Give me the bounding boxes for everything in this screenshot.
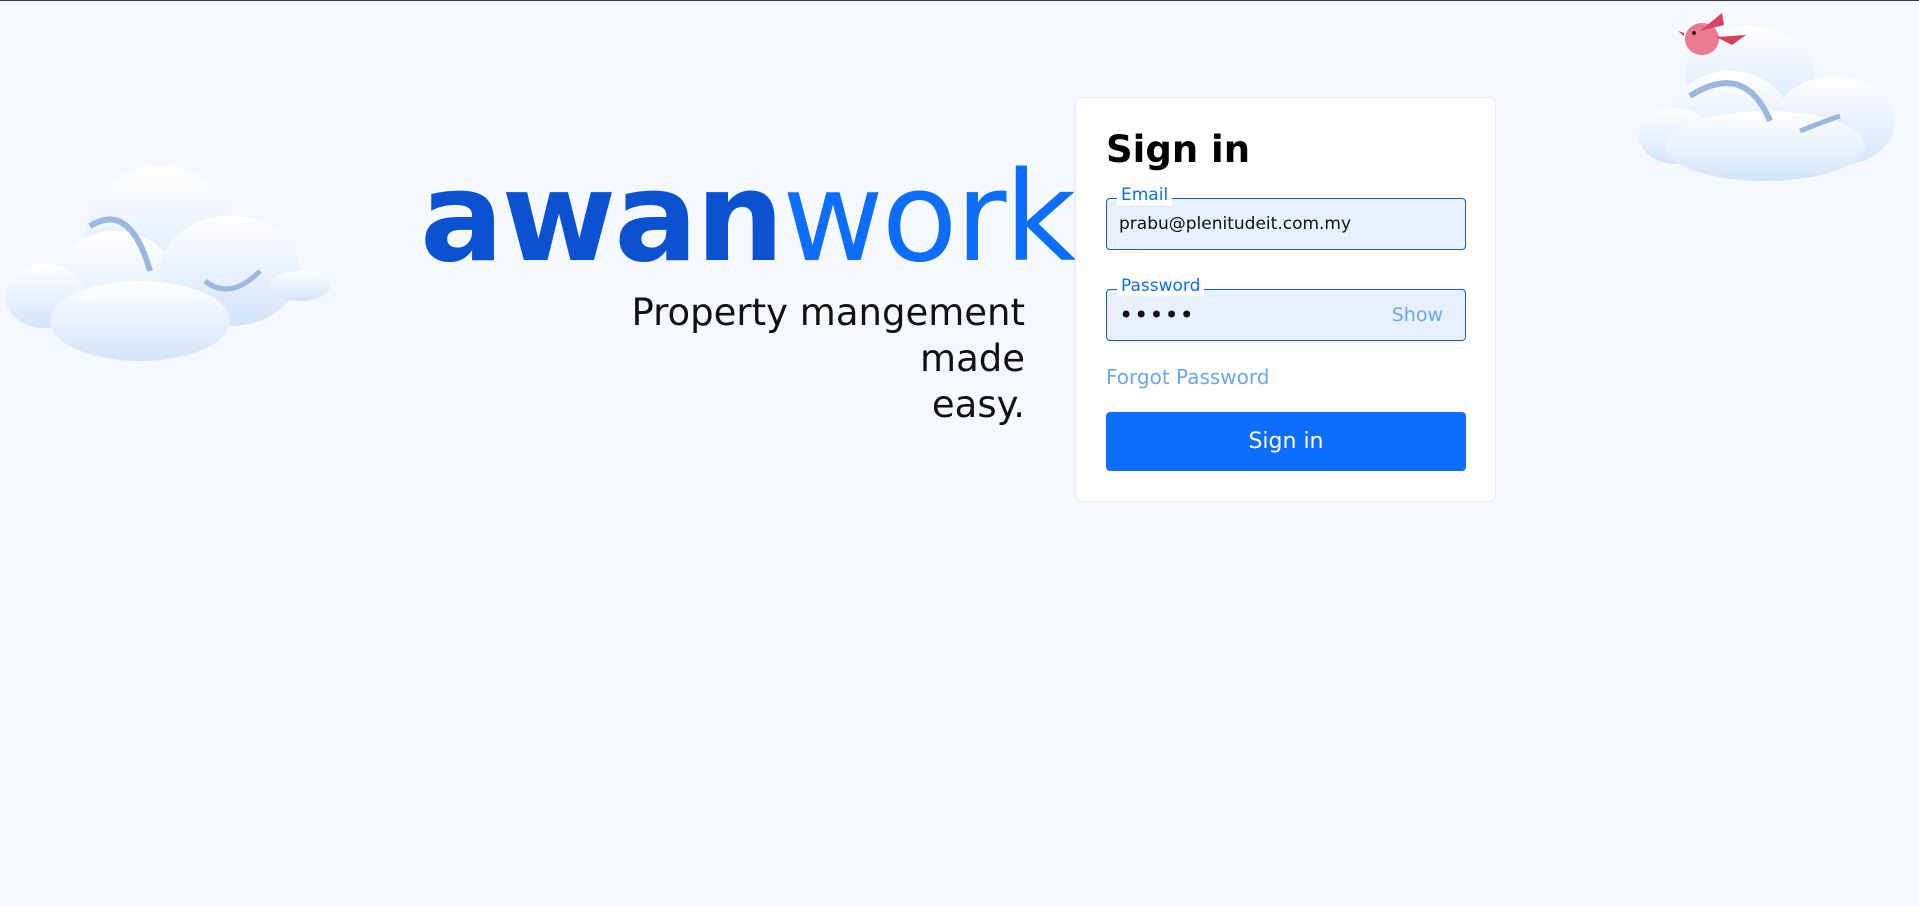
logo-part-awan: awan — [420, 146, 784, 290]
forgot-password-link[interactable]: Forgot Password — [1106, 365, 1269, 389]
password-field[interactable]: Password Show — [1106, 276, 1466, 341]
logo: awanworks — [420, 156, 1139, 280]
tagline: Property mangement made easy. — [420, 290, 1025, 428]
email-field[interactable]: Email — [1106, 185, 1466, 250]
signin-button[interactable]: Sign in — [1106, 412, 1466, 471]
brand-block: awanworks Property mangement made easy. — [420, 156, 1139, 428]
signin-title: Sign in — [1106, 128, 1251, 171]
signin-card: Sign in Email Password Show Forgot Passw… — [1075, 97, 1496, 502]
bird-icon — [1678, 13, 1746, 55]
email-input[interactable] — [1119, 199, 1419, 249]
cloud-left-icon — [5, 166, 330, 361]
tagline-line-1: Property mangement made — [631, 291, 1025, 380]
show-password-toggle[interactable]: Show — [1392, 304, 1443, 326]
tagline-line-2: easy. — [931, 383, 1025, 426]
password-input[interactable] — [1119, 290, 1419, 340]
